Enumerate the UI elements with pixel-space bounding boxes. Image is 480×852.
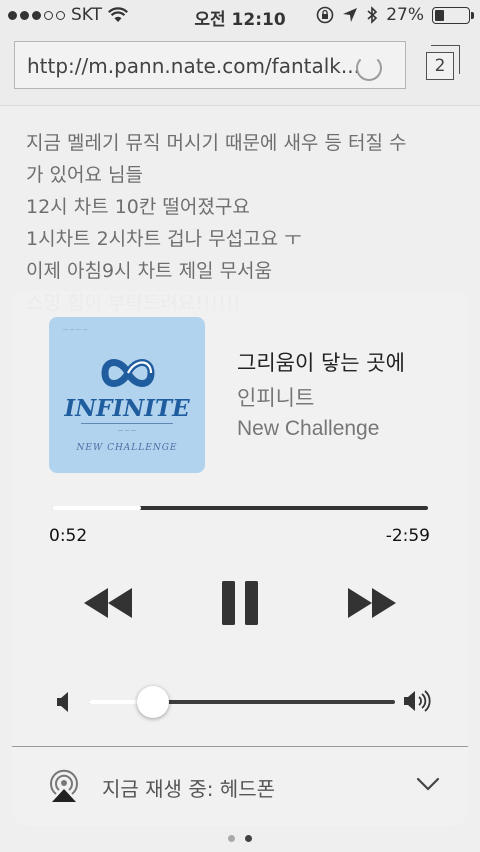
logo-underline (81, 423, 173, 424)
fast-forward-icon[interactable] (346, 586, 398, 620)
speaker-high-icon (404, 690, 431, 712)
rewind-icon[interactable] (82, 586, 134, 620)
chevron-down-icon[interactable] (416, 777, 440, 791)
track-artist: 인피니트 (237, 386, 315, 410)
speaker-low-icon (57, 692, 68, 712)
now-playing-card: — — — — INFINITE — — — NEW CHALLENGE 그리움… (12, 291, 468, 826)
remaining-time: -2:59 (385, 526, 430, 546)
track-title: 그리움이 닿는 곳에 (237, 351, 405, 375)
airplay-icon[interactable] (46, 767, 82, 803)
track-album: New Challenge (237, 417, 380, 440)
pause-icon[interactable] (220, 579, 260, 627)
playback-progress-fill (52, 506, 141, 510)
volume-slider[interactable] (89, 700, 395, 704)
volume-thumb[interactable] (137, 686, 170, 718)
album-art: — — — — INFINITE — — — NEW CHALLENGE (49, 317, 205, 473)
elapsed-time: 0:52 (49, 526, 88, 546)
playback-scrubber[interactable] (52, 506, 428, 510)
album-art-caption: — — — (117, 428, 137, 434)
band-logo-text: INFINITE (64, 395, 190, 422)
audio-output-row[interactable]: 지금 재생 중: 헤드폰 (12, 747, 468, 826)
album-art-title: NEW CHALLENGE (76, 443, 178, 453)
album-art-tiny-text: — — — — (63, 327, 88, 333)
infinity-logo-icon (101, 359, 155, 387)
audio-output-label: 지금 재생 중: 헤드폰 (102, 777, 276, 801)
